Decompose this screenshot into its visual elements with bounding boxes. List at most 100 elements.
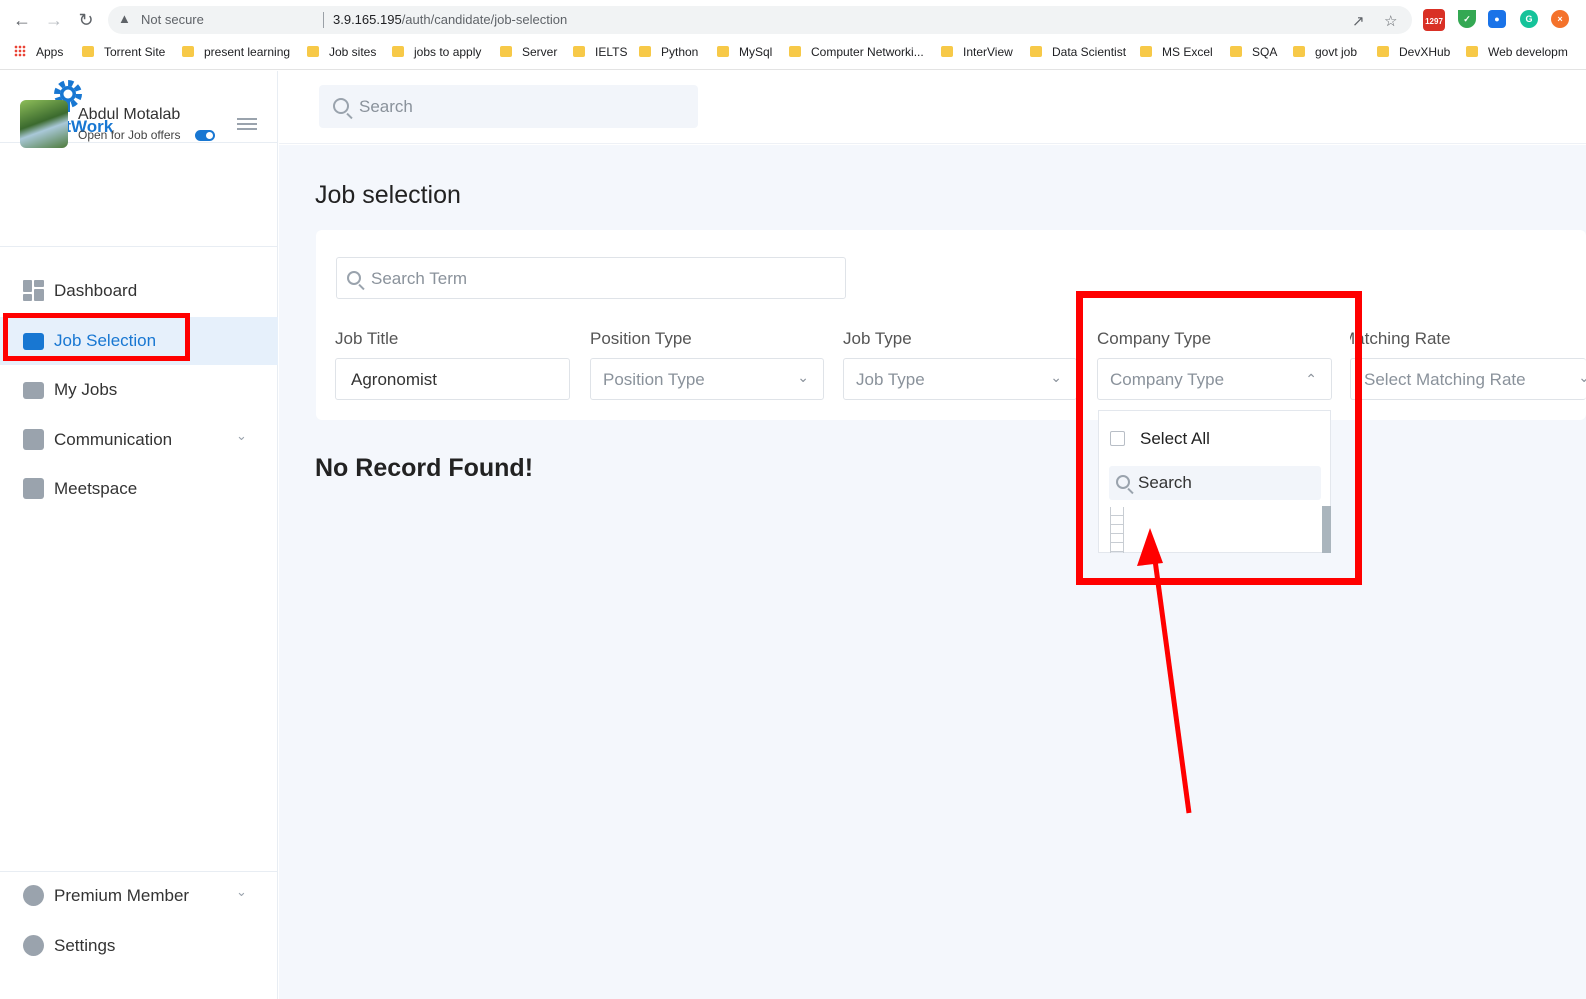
extension-icon[interactable]: ×	[1551, 10, 1569, 28]
url-text: 3.9.165.195/auth/candidate/job-selection	[333, 12, 568, 27]
menu-icon[interactable]	[237, 118, 257, 130]
folder-icon	[639, 46, 651, 57]
bookmark-item[interactable]: Torrent Site	[82, 43, 165, 61]
sidebar-item-my-jobs[interactable]: My Jobs	[0, 366, 278, 414]
page-title: Job selection	[315, 181, 461, 209]
bookmark-item[interactable]: Data Scientist	[1030, 43, 1126, 61]
sidebar-item-settings[interactable]: Settings	[0, 922, 278, 970]
sidebar-item-dashboard[interactable]: Dashboard	[0, 267, 278, 315]
top-bar	[279, 71, 1586, 144]
folder-icon	[1030, 46, 1042, 57]
star-icon[interactable]: ☆	[1384, 12, 1397, 30]
global-search	[319, 85, 698, 128]
chevron-down-icon[interactable]: ⌄	[236, 428, 247, 444]
matching-rate-placeholder: Select Matching Rate	[1364, 370, 1526, 389]
bookmark-item[interactable]: MySql	[717, 43, 772, 61]
back-icon[interactable]: ←	[10, 8, 34, 32]
sidebar-item-label: My Jobs	[54, 380, 118, 399]
sidebar-item-premium-member[interactable]: Premium Member ⌄	[0, 872, 278, 920]
folder-icon	[789, 46, 801, 57]
chevron-down-icon: ⌄	[1050, 369, 1062, 385]
security-label: Not secure	[141, 12, 204, 27]
matching-rate-label: Matching Rate	[1350, 329, 1451, 348]
sidebar-item-meetspace[interactable]: Meetspace	[0, 465, 278, 513]
position-type-label: Position Type	[590, 329, 692, 348]
bookmark-item[interactable]: SQA	[1230, 43, 1277, 61]
job-offers-toggle[interactable]	[195, 130, 215, 141]
matching-rate-select[interactable]: Select Matching Rate ⌄	[1350, 358, 1586, 400]
sidebar-item-label: Meetspace	[54, 479, 138, 498]
global-search-input[interactable]	[359, 95, 659, 119]
chevron-down-icon[interactable]: ⌄	[236, 884, 247, 900]
job-title-field[interactable]: Agronomist	[335, 358, 570, 400]
bookmark-item[interactable]: Web developm	[1466, 43, 1568, 61]
profile-status: Open for Job offers	[78, 128, 181, 142]
chat-icon	[23, 429, 44, 450]
bookmark-item[interactable]: Python	[639, 43, 698, 61]
share-icon[interactable]: ↗	[1352, 12, 1365, 30]
address-separator	[323, 12, 324, 28]
job-type-select[interactable]: Job Type ⌄	[843, 358, 1077, 400]
folder-icon	[182, 46, 194, 57]
job-title-label: Job Title	[335, 329, 399, 348]
dashboard-icon	[23, 280, 44, 301]
job-type-placeholder: Job Type	[856, 370, 925, 389]
apps-grid-icon	[14, 45, 26, 57]
drop-extension-icon[interactable]: ●	[1488, 10, 1506, 28]
bookmark-item[interactable]: IELTS	[573, 43, 627, 61]
search-icon	[333, 98, 349, 114]
bookmark-item[interactable]: InterView	[941, 43, 1013, 61]
avatar[interactable]	[20, 100, 68, 148]
position-type-placeholder: Position Type	[603, 370, 705, 389]
job-type-label: Job Type	[843, 329, 912, 348]
chevron-down-icon: ⌄	[797, 369, 809, 385]
bag-icon	[23, 382, 44, 399]
badge-icon	[23, 885, 44, 906]
address-bar[interactable]: ▲ Not secure 3.9.165.195/auth/candidate/…	[108, 6, 1412, 34]
shield-extension-icon[interactable]: ✓	[1458, 10, 1476, 28]
bookmarks-bar: Apps Torrent Site present learning Job s…	[0, 40, 1586, 64]
sidebar: SmartWork Abdul Motalab Open for Job off…	[0, 71, 278, 999]
bookmark-apps[interactable]: Apps	[14, 43, 63, 61]
bookmark-item[interactable]: Job sites	[307, 43, 376, 61]
position-type-select[interactable]: Position Type ⌄	[590, 358, 824, 400]
folder-icon	[1140, 46, 1152, 57]
meet-icon	[23, 478, 44, 499]
annotation-highlight-box	[1076, 291, 1362, 585]
folder-icon	[1466, 46, 1478, 57]
folder-icon	[500, 46, 512, 57]
bookmark-item[interactable]: present learning	[182, 43, 290, 61]
divider	[0, 246, 278, 247]
bookmark-item[interactable]: Server	[500, 43, 557, 61]
sidebar-item-label: Dashboard	[54, 281, 138, 300]
gear-icon	[23, 935, 44, 956]
folder-icon	[82, 46, 94, 57]
empty-state-message: No Record Found!	[315, 454, 534, 482]
browser-chrome: ← → ↻ ▲ Not secure 3.9.165.195/auth/cand…	[0, 0, 1586, 70]
job-title-value: Agronomist	[351, 370, 437, 389]
bookmark-item[interactable]: MS Excel	[1140, 43, 1213, 61]
search-term-input[interactable]	[371, 267, 791, 291]
main-content: Job selection Job Title Agronomist Posit…	[279, 145, 1586, 999]
folder-icon	[1230, 46, 1242, 57]
bookmark-item[interactable]: govt job	[1293, 43, 1357, 61]
sidebar-item-communication[interactable]: Communication ⌄	[0, 416, 278, 464]
folder-icon	[941, 46, 953, 57]
warning-icon: ▲	[118, 11, 131, 26]
annotation-highlight-box	[3, 313, 190, 361]
bookmark-item[interactable]: jobs to apply	[392, 43, 481, 61]
folder-icon	[307, 46, 319, 57]
chevron-down-icon: ⌄	[1578, 369, 1586, 385]
forward-icon[interactable]: →	[42, 8, 66, 32]
profile-name: Abdul Motalab	[78, 106, 181, 123]
sidebar-item-label: Premium Member	[54, 886, 190, 905]
reload-icon[interactable]: ↻	[74, 8, 98, 32]
bookmark-item[interactable]: DevXHub	[1377, 43, 1450, 61]
bookmark-item[interactable]: Computer Networki...	[789, 43, 924, 61]
folder-icon	[392, 46, 404, 57]
sidebar-item-label: Settings	[54, 936, 116, 955]
gmail-extension-icon[interactable]: 1297	[1423, 9, 1445, 31]
search-icon	[347, 271, 361, 285]
grammarly-extension-icon[interactable]: G	[1520, 10, 1538, 28]
sidebar-item-label: Communication	[54, 430, 173, 449]
